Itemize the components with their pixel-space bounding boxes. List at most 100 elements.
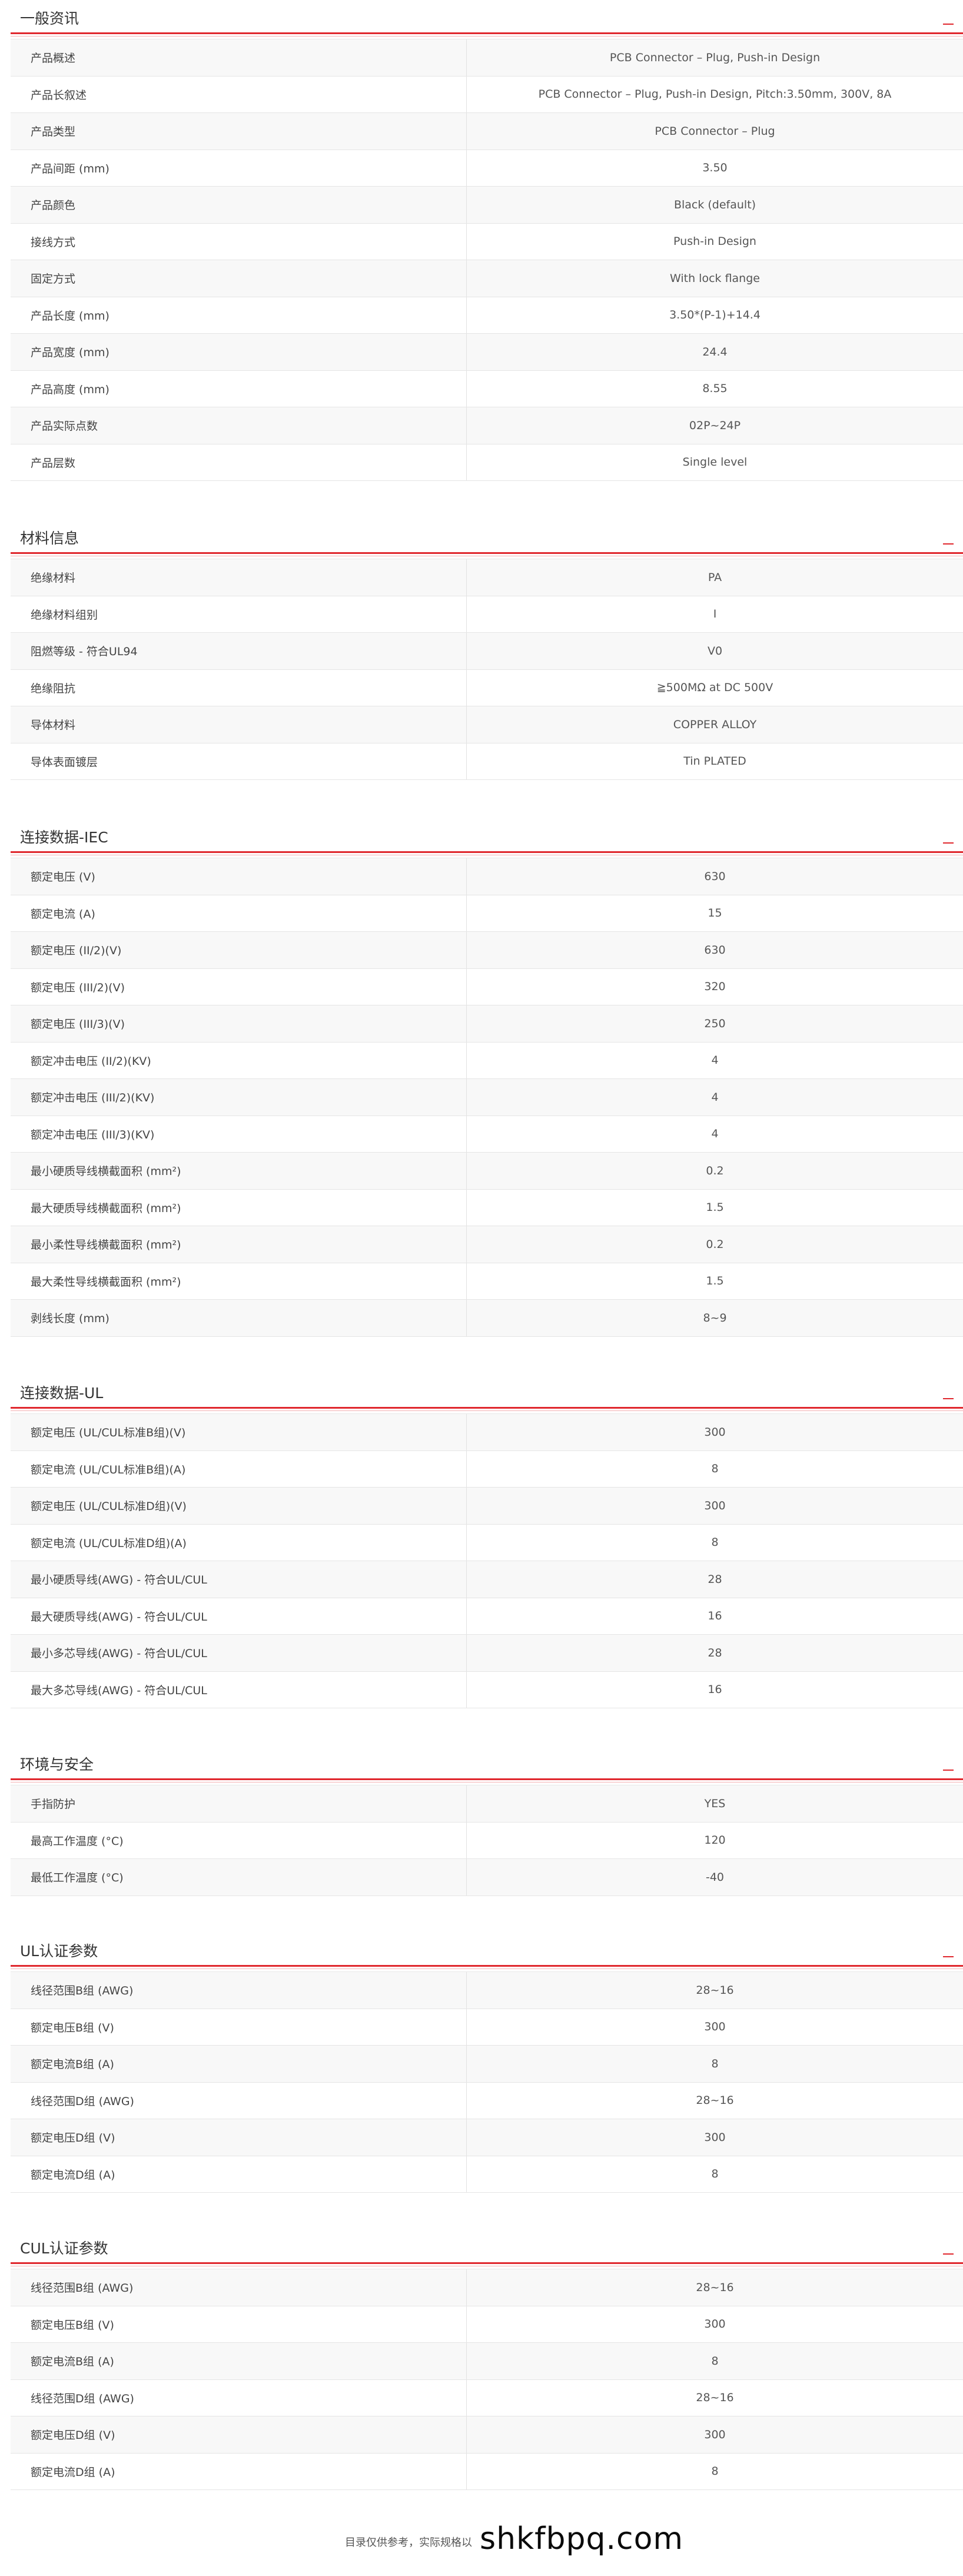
section-divider bbox=[11, 32, 963, 34]
collapse-minus-icon[interactable] bbox=[938, 1386, 958, 1406]
spec-label: 最大多芯导线(AWG) - 符合UL/CUL bbox=[11, 1671, 467, 1708]
section-ul-cert: UL认证参数 线径范围B组 (AWG) 28~16 额定电压B组 (V) 300 额定电… bbox=[11, 1933, 963, 2193]
spec-label: 额定电压 (UL/CUL标准D组)(V) bbox=[11, 1488, 467, 1524]
table-row: 最高工作温度 (°C) 120 bbox=[11, 1822, 963, 1859]
spec-label: 最大硬质导线横截面积 (mm²) bbox=[11, 1189, 467, 1226]
spec-label: 固定方式 bbox=[11, 260, 467, 297]
spec-label: 产品概述 bbox=[11, 39, 467, 76]
spec-value: Tin PLATED bbox=[683, 755, 746, 768]
spec-label: 产品长度 (mm) bbox=[11, 297, 467, 333]
spec-table: 额定电压 (UL/CUL标准B组)(V) 300 额定电流 (UL/CUL标准B组)… bbox=[11, 1413, 963, 1708]
collapse-minus-icon[interactable] bbox=[938, 1758, 958, 1778]
spec-label: 产品长叙述 bbox=[11, 76, 467, 112]
spec-value: 300 bbox=[704, 2130, 726, 2144]
collapse-minus-icon[interactable] bbox=[938, 532, 958, 552]
section-title: 连接数据-UL bbox=[20, 1385, 104, 1402]
spec-value: 28~16 bbox=[696, 2280, 734, 2294]
spec-value: COPPER ALLOY bbox=[673, 718, 757, 731]
table-row: 绝缘材料 PA bbox=[11, 559, 963, 596]
section-material-info: 材料信息 绝缘材料 PA 绝缘材料组别 I 阻燃等级 - 符合UL94 V0 绝缘阻抗 ≧50… bbox=[11, 520, 963, 780]
section-header[interactable]: 连接数据-IEC bbox=[11, 819, 963, 855]
section-connection-ul: 连接数据-UL 额定电压 (UL/CUL标准B组)(V) 300 额定电流 (UL/… bbox=[11, 1375, 963, 1708]
table-row: 固定方式 With lock flange bbox=[11, 260, 963, 297]
section-header[interactable]: 一般资讯 bbox=[11, 0, 963, 36]
spec-value: 4 bbox=[711, 1090, 719, 1104]
spec-label: 额定电流B组 (A) bbox=[11, 2343, 467, 2379]
section-divider bbox=[11, 1778, 963, 1780]
spec-label: 额定电压 (II/2)(V) bbox=[11, 932, 467, 968]
spec-value: YES bbox=[704, 1797, 726, 1810]
spec-label: 额定电流 (UL/CUL标准B组)(A) bbox=[11, 1450, 467, 1487]
collapse-minus-icon[interactable] bbox=[938, 831, 958, 851]
spec-value: 8 bbox=[711, 1536, 719, 1549]
spec-table: 手指防护 YES 最高工作温度 (°C) 120 最低工作温度 (°C) -40 bbox=[11, 1785, 963, 1896]
spec-value: 28 bbox=[708, 1646, 722, 1659]
spec-value: 1.5 bbox=[706, 1274, 724, 1288]
spec-label: 额定冲击电压 (III/2)(KV) bbox=[11, 1079, 467, 1116]
table-row: 线径范围B组 (AWG) 28~16 bbox=[11, 2269, 963, 2306]
spec-value: 3.50*(P-1)+14.4 bbox=[669, 308, 761, 322]
table-row: 额定电压B组 (V) 300 bbox=[11, 2009, 963, 2046]
table-row: 产品实际点数 02P~24P bbox=[11, 407, 963, 444]
spec-value: I bbox=[713, 608, 717, 621]
spec-label: 剥线长度 (mm) bbox=[11, 1300, 467, 1336]
section-environment-safety: 环境与安全 手指防护 YES 最高工作温度 (°C) 120 最低工作温度 (°C) -4… bbox=[11, 1746, 963, 1896]
spec-label: 手指防护 bbox=[11, 1785, 467, 1822]
spec-label: 产品颜色 bbox=[11, 187, 467, 223]
spec-value: 24.4 bbox=[702, 345, 728, 358]
spec-value: 0.2 bbox=[706, 1164, 724, 1177]
table-row: 额定电压 (III/3)(V) 250 bbox=[11, 1005, 963, 1043]
spec-label: 产品层数 bbox=[11, 444, 467, 480]
collapse-minus-icon[interactable] bbox=[938, 1944, 958, 1964]
section-divider-shadow bbox=[11, 1968, 963, 1969]
spec-value: PCB Connector – Plug bbox=[655, 124, 775, 138]
section-header[interactable]: 材料信息 bbox=[11, 520, 963, 556]
table-row: 线径范围D组 (AWG) 28~16 bbox=[11, 2082, 963, 2119]
section-header[interactable]: 环境与安全 bbox=[11, 1746, 963, 1782]
section-header[interactable]: 连接数据-UL bbox=[11, 1375, 963, 1411]
collapse-minus-icon[interactable] bbox=[938, 12, 958, 32]
spec-value: With lock flange bbox=[670, 271, 760, 285]
table-row: 最大硬质导线横截面积 (mm²) 1.5 bbox=[11, 1189, 963, 1226]
table-row: 额定电流B组 (A) 8 bbox=[11, 2343, 963, 2380]
spec-label: 绝缘材料组别 bbox=[11, 596, 467, 632]
table-row: 额定电流B组 (A) 8 bbox=[11, 2046, 963, 2083]
spec-label: 线径范围D组 (AWG) bbox=[11, 2082, 467, 2119]
section-title: UL认证参数 bbox=[20, 1943, 98, 1960]
spec-label: 额定电压 (III/2)(V) bbox=[11, 968, 467, 1005]
watermark: shkfbpq.com bbox=[480, 2521, 684, 2557]
spec-label: 额定电流B组 (A) bbox=[11, 2046, 467, 2082]
table-row: 额定电压 (III/2)(V) 320 bbox=[11, 968, 963, 1005]
table-row: 额定电流 (UL/CUL标准D组)(A) 8 bbox=[11, 1524, 963, 1561]
spec-value: 3.50 bbox=[702, 161, 728, 175]
spec-value: 16 bbox=[708, 1683, 722, 1697]
spec-label: 线径范围B组 (AWG) bbox=[11, 1972, 467, 2009]
footer-note: 目录仅供参考，实际规格以 bbox=[345, 2537, 472, 2549]
table-row: 额定冲击电压 (III/2)(KV) 4 bbox=[11, 1079, 963, 1116]
table-row: 额定电压 (UL/CUL标准D组)(V) 300 bbox=[11, 1488, 963, 1525]
spec-value: 4 bbox=[711, 1054, 719, 1067]
spec-label: 最高工作温度 (°C) bbox=[11, 1822, 467, 1858]
table-row: 额定冲击电压 (III/3)(KV) 4 bbox=[11, 1116, 963, 1153]
spec-value: 28 bbox=[708, 1572, 722, 1586]
table-row: 产品宽度 (mm) 24.4 bbox=[11, 334, 963, 371]
spec-value: 630 bbox=[704, 869, 726, 883]
table-row: 最大柔性导线横截面积 (mm²) 1.5 bbox=[11, 1263, 963, 1300]
section-divider bbox=[11, 2262, 963, 2264]
section-title: 连接数据-IEC bbox=[20, 829, 108, 846]
section-header[interactable]: UL认证参数 bbox=[11, 1933, 963, 1969]
table-row: 导体表面镀层 Tin PLATED bbox=[11, 743, 963, 780]
spec-label: 额定电压 (V) bbox=[11, 858, 467, 895]
collapse-minus-icon[interactable] bbox=[938, 2242, 958, 2262]
section-divider bbox=[11, 851, 963, 853]
spec-table: 线径范围B组 (AWG) 28~16 额定电压B组 (V) 300 额定电流B组 (A)… bbox=[11, 1971, 963, 2193]
section-header[interactable]: CUL认证参数 bbox=[11, 2230, 963, 2266]
spec-label: 产品宽度 (mm) bbox=[11, 334, 467, 370]
table-row: 产品长叙述 PCB Connector – Plug, Push-in Desig… bbox=[11, 76, 963, 113]
spec-value: Single level bbox=[682, 456, 748, 469]
table-row: 产品间距 (mm) 3.50 bbox=[11, 150, 963, 187]
spec-value: -40 bbox=[705, 1870, 725, 1884]
section-general-info: 一般资讯 产品概述 PCB Connector – Plug, Push-in D… bbox=[11, 0, 963, 481]
spec-value: 16 bbox=[708, 1609, 722, 1623]
table-row: 额定冲击电压 (II/2)(KV) 4 bbox=[11, 1042, 963, 1079]
